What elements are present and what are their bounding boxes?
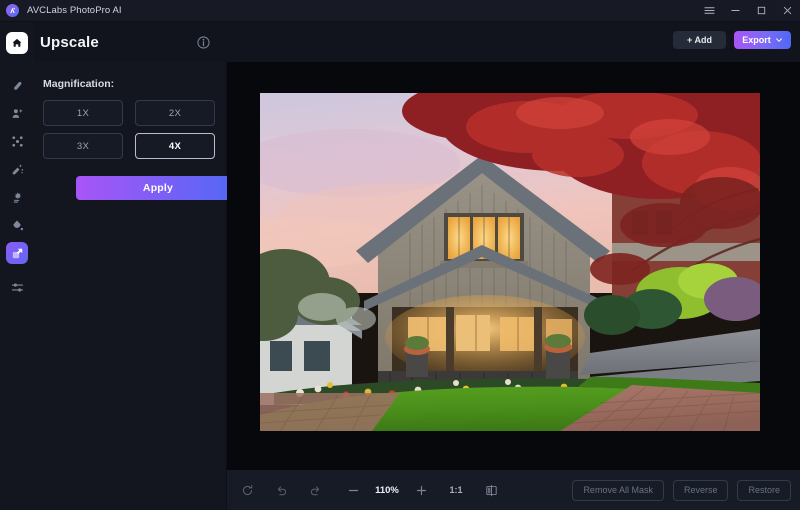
image-canvas[interactable] — [227, 62, 800, 470]
mask-button-group: Remove All Mask Reverse Restore — [572, 479, 791, 501]
page-title: Upscale — [40, 33, 99, 51]
remove-all-mask-button[interactable]: Remove All Mask — [572, 479, 664, 501]
sidebar-item-portrait[interactable] — [6, 102, 28, 124]
zoom-in-button[interactable] — [410, 479, 432, 501]
restore-button[interactable]: Restore — [737, 479, 791, 501]
export-button[interactable]: Export — [734, 31, 791, 49]
reverse-button[interactable]: Reverse — [672, 479, 729, 501]
maximize-icon[interactable] — [748, 0, 774, 22]
undo-button[interactable] — [270, 479, 292, 501]
redo-button[interactable] — [304, 479, 326, 501]
tool-rail — [0, 22, 34, 510]
magnification-label: Magnification: — [43, 78, 115, 90]
split-compare-icon[interactable] — [480, 479, 502, 501]
fit-ratio-button[interactable]: 1:1 — [446, 485, 466, 495]
bottom-toolbar: 110% 1:1 Remove All Mask Reverse Restore — [227, 470, 800, 510]
panel-header: Upscale — [34, 22, 227, 62]
upscale-panel: Magnification: 1X 2X 3X 4X Apply — [34, 62, 240, 510]
info-icon[interactable] — [197, 35, 210, 49]
sidebar-item-adjust[interactable] — [6, 276, 28, 298]
close-icon[interactable] — [774, 0, 800, 22]
export-button-label: Export — [742, 35, 771, 45]
window-controls — [696, 0, 800, 22]
magnification-options: 1X 2X 3X 4X — [43, 100, 215, 159]
apply-button[interactable]: Apply — [76, 176, 240, 200]
magnification-option-2x[interactable]: 2X — [135, 100, 215, 126]
preview-image[interactable] — [260, 93, 760, 431]
minimize-icon[interactable] — [722, 0, 748, 22]
avclabs-logo-icon — [6, 4, 19, 17]
app-window: AVCLabs PhotoPro AI Upscale Magnificatio… — [0, 0, 800, 510]
menu-icon[interactable] — [696, 0, 722, 22]
app-title: AVCLabs PhotoPro AI — [27, 5, 122, 16]
chevron-down-icon — [775, 36, 783, 44]
sidebar-item-background[interactable] — [6, 130, 28, 152]
zoom-out-button[interactable] — [342, 479, 364, 501]
sidebar-item-upscale[interactable] — [6, 242, 28, 264]
zoom-level: 110% — [375, 484, 399, 496]
magnification-option-3x[interactable]: 3X — [43, 133, 123, 159]
tool-rail-list — [6, 74, 28, 304]
sidebar-item-object-remove[interactable] — [6, 158, 28, 180]
magnification-option-1x[interactable]: 1X — [43, 100, 123, 126]
sidebar-item-colorize[interactable] — [6, 214, 28, 236]
sidebar-item-denoise[interactable] — [6, 186, 28, 208]
magnification-option-4x[interactable]: 4X — [135, 133, 215, 159]
add-button[interactable]: + Add — [673, 31, 726, 49]
titlebar: AVCLabs PhotoPro AI — [0, 0, 800, 22]
sidebar-item-enhance[interactable] — [6, 74, 28, 96]
reset-button[interactable] — [236, 479, 258, 501]
home-icon[interactable] — [6, 32, 28, 54]
